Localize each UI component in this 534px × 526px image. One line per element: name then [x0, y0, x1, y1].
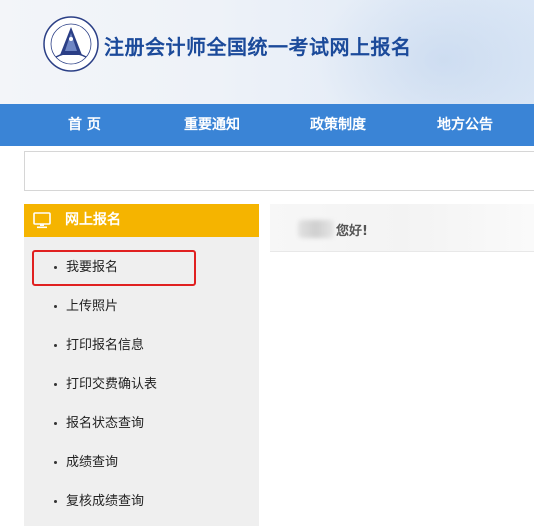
greeting-text: 您好! [336, 224, 368, 239]
menu-item-label: 复核成绩查询 [66, 494, 145, 509]
bullet-icon [54, 500, 57, 503]
bullet-icon [54, 383, 57, 386]
bullet-icon [54, 305, 57, 308]
search-bar[interactable] [24, 151, 534, 191]
greeting-bar: 您好! [270, 204, 534, 252]
menu-item-register[interactable]: 我要报名 [54, 257, 118, 279]
menu-item-label: 报名状态查询 [66, 416, 145, 431]
menu-item-label: 成绩查询 [66, 455, 119, 470]
sidebar: 网上报名 我要报名 上传照片 打印报名信息 打印交费确认表 报名状态查询 成绩查… [24, 204, 259, 526]
sidebar-header: 网上报名 [24, 204, 259, 237]
menu-item-status-query[interactable]: 报名状态查询 [54, 413, 144, 435]
menu-item-print-payment[interactable]: 打印交费确认表 [54, 374, 157, 396]
nav-local-announcements[interactable]: 地方公告 [437, 104, 493, 146]
main-nav: 首 页 重要通知 政策制度 地方公告 [0, 104, 534, 146]
bullet-icon [54, 461, 57, 464]
menu-item-score-query[interactable]: 成绩查询 [54, 452, 118, 474]
main-content: 您好! [270, 204, 534, 526]
menu-item-label: 上传照片 [66, 299, 119, 314]
menu-item-upload-photo[interactable]: 上传照片 [54, 296, 118, 318]
nav-policies[interactable]: 政策制度 [310, 104, 366, 146]
menu-item-review-score-query[interactable]: 复核成绩查询 [54, 491, 144, 513]
nav-home[interactable]: 首 页 [68, 104, 101, 146]
bullet-icon [54, 344, 57, 347]
menu-item-label: 打印报名信息 [66, 338, 145, 353]
blurred-username [298, 220, 334, 238]
site-title: 注册会计师全国统一考试网上报名 [104, 35, 412, 59]
nav-notices[interactable]: 重要通知 [184, 104, 240, 146]
menu-item-label: 我要报名 [66, 260, 119, 275]
monitor-icon [33, 212, 51, 229]
cicpa-seal-logo [43, 16, 99, 72]
menu-item-print-registration[interactable]: 打印报名信息 [54, 335, 144, 357]
bullet-icon [54, 266, 57, 269]
site-header: 注册会计师全国统一考试网上报名 [0, 0, 534, 104]
sidebar-title: 网上报名 [65, 212, 121, 228]
bullet-icon [54, 422, 57, 425]
menu-item-label: 打印交费确认表 [66, 377, 158, 392]
